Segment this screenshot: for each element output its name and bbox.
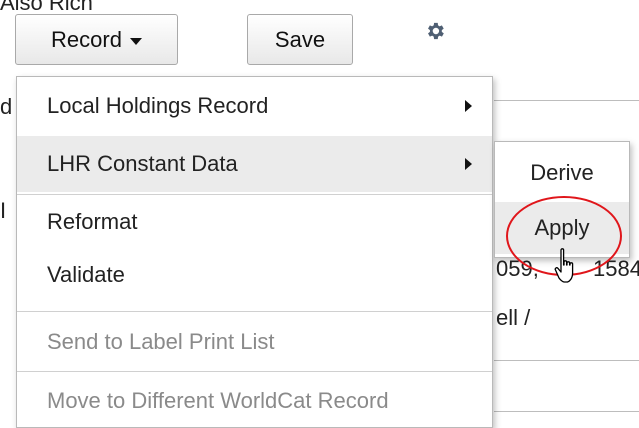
menu-item-label: Move to Different WorldCat Record — [47, 388, 389, 413]
chevron-right-icon — [465, 158, 472, 170]
menu-item-reformat[interactable]: Reformat — [17, 197, 492, 247]
record-menu-button[interactable]: Record — [15, 14, 178, 65]
menu-item-lhr-constant-data[interactable]: LHR Constant Data — [17, 136, 492, 192]
hand-pointer-cursor-icon — [554, 248, 574, 283]
background-text-fragment: ell / — [496, 305, 531, 330]
submenu-item-derive[interactable]: Derive — [495, 144, 629, 202]
menu-separator — [17, 371, 492, 372]
menu-item-move-to-different-worldcat-record[interactable]: Move to Different WorldCat Record — [17, 374, 492, 428]
menu-item-local-holdings-record[interactable]: Local Holdings Record — [17, 79, 492, 133]
background-text-fragment: d — [0, 94, 13, 119]
background-divider — [494, 411, 639, 412]
menu-item-label: LHR Constant Data — [47, 151, 238, 176]
chevron-right-icon — [465, 100, 472, 112]
menu-separator — [17, 311, 492, 312]
menu-item-validate[interactable]: Validate — [17, 249, 492, 301]
background-text-fragment: I — [0, 198, 7, 223]
menu-item-label: Local Holdings Record — [47, 93, 269, 118]
caret-down-icon — [129, 37, 142, 45]
submenu-item-label: Derive — [530, 160, 594, 185]
save-button[interactable]: Save — [247, 14, 353, 65]
record-button-label: Record — [51, 26, 122, 52]
menu-item-label: Validate — [47, 262, 125, 287]
record-dropdown-menu: Local Holdings Record LHR Constant Data … — [16, 76, 493, 428]
menu-separator — [17, 194, 492, 195]
background-divider — [494, 360, 639, 361]
menu-item-label: Send to Label Print List — [47, 329, 275, 354]
gear-icon[interactable] — [424, 20, 446, 42]
background-divider — [494, 100, 639, 101]
menu-item-send-to-label-print-list[interactable]: Send to Label Print List — [17, 315, 492, 369]
menu-item-label: Reformat — [47, 209, 138, 234]
save-button-label: Save — [274, 26, 326, 52]
